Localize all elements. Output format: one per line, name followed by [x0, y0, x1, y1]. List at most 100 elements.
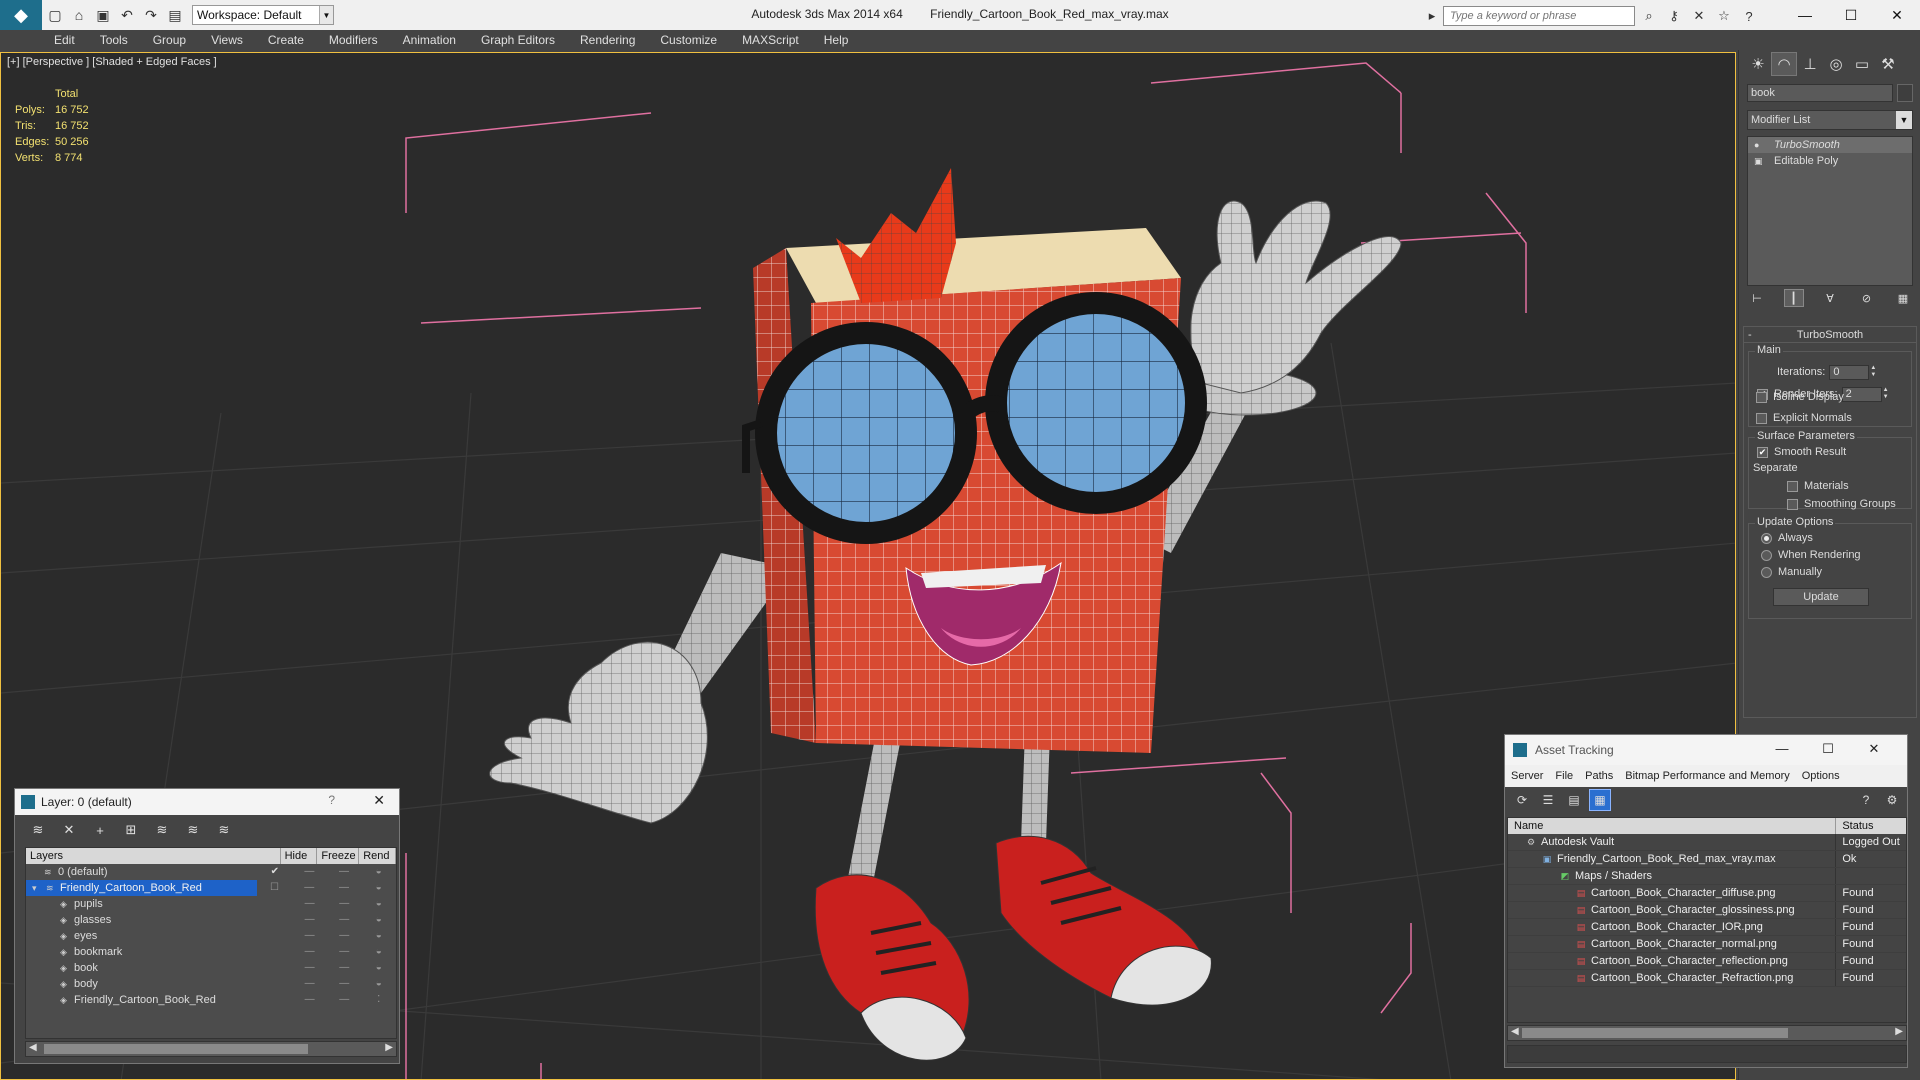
materials-checkbox[interactable] — [1787, 480, 1798, 492]
highlight-layer-icon[interactable]: ≋ — [151, 819, 173, 841]
hide-toggle[interactable]: — — [292, 992, 327, 1008]
redo-icon[interactable]: ↷ — [140, 4, 162, 26]
menu-maxscript[interactable]: MAXScript — [742, 33, 799, 47]
freeze-toggle[interactable]: — — [327, 960, 362, 976]
layer-row[interactable]: ◈ eyes — — ◒ — [26, 928, 396, 944]
column-render[interactable]: Rend — [359, 848, 396, 864]
hide-toggle[interactable]: — — [292, 960, 327, 976]
scroll-left-icon[interactable]: ◀ — [29, 1042, 37, 1053]
close-icon[interactable]: ✕ — [1851, 741, 1897, 757]
stack-item-editable-poly[interactable]: ▣ Editable Poly — [1748, 153, 1912, 169]
hide-toggle[interactable]: — — [292, 944, 327, 960]
asset-window-titlebar[interactable]: Asset Tracking — ☐ ✕ — [1505, 735, 1907, 765]
exchange-icon[interactable]: ✕ — [1688, 6, 1710, 26]
scroll-right-icon[interactable]: ▶ — [1895, 1026, 1903, 1037]
expand-plus-icon[interactable]: ▣ — [1754, 153, 1766, 169]
table-view-icon[interactable]: ▦ — [1589, 789, 1611, 811]
hide-all-layers-icon[interactable]: ≋ — [182, 819, 204, 841]
help-icon[interactable]: ? — [328, 793, 335, 807]
modify-tab-icon[interactable]: ◠ — [1771, 52, 1797, 76]
asset-row[interactable]: ▤ Cartoon_Book_Character_reflection.png F… — [1508, 953, 1906, 970]
help-icon[interactable]: ? — [1738, 6, 1760, 26]
close-icon[interactable]: ✕ — [373, 792, 385, 809]
asset-row[interactable]: ⚙ Autodesk Vault Logged Out — [1508, 834, 1906, 851]
column-hide[interactable]: Hide — [281, 848, 318, 864]
layer-horizontal-scrollbar[interactable]: ◀ ▶ — [25, 1041, 397, 1057]
select-objects-icon[interactable]: ⊞ — [120, 819, 142, 841]
layer-window-titlebar[interactable]: Layer: 0 (default) ? ✕ — [15, 789, 399, 815]
render-teapot-icon[interactable]: ◒ — [361, 944, 396, 960]
layer-row[interactable]: ◈ bookmark — — ◒ — [26, 944, 396, 960]
menu-views[interactable]: Views — [211, 33, 243, 47]
object-name-field[interactable]: book — [1747, 84, 1893, 102]
render-dots-icon[interactable]: ⁚ — [361, 992, 396, 1008]
smooth-result-checkbox[interactable]: ✔ — [1757, 446, 1768, 458]
display-tab-icon[interactable]: ▭ — [1849, 52, 1875, 76]
render-iters-spinner[interactable]: 2 — [1841, 386, 1882, 402]
close-icon[interactable]: ✕ — [1874, 0, 1920, 30]
asset-row[interactable]: ▤ Cartoon_Book_Character_Refraction.png F… — [1508, 970, 1906, 987]
project-folder-icon[interactable]: ▤ — [164, 4, 186, 26]
asset-menu-bitmap-performance[interactable]: Bitmap Performance and Memory — [1625, 770, 1789, 782]
help-icon[interactable]: ? — [1855, 789, 1877, 811]
search-input[interactable] — [1443, 6, 1635, 26]
spinner-arrows-icon[interactable]: ▲ ▼ — [1870, 365, 1878, 379]
freeze-toggle[interactable]: — — [327, 912, 362, 928]
make-unique-icon[interactable]: ∀ — [1820, 289, 1840, 307]
layer-row[interactable]: ◈ Friendly_Cartoon_Book_Red — — ⁚ — [26, 992, 396, 1008]
hide-toggle[interactable]: — — [292, 880, 327, 896]
minimize-icon[interactable]: — — [1759, 741, 1805, 757]
rollout-header[interactable]: - TurboSmooth — [1744, 327, 1916, 343]
freeze-all-layers-icon[interactable]: ≋ — [213, 819, 235, 841]
render-teapot-icon[interactable]: ◒ — [361, 864, 396, 880]
utilities-tab-hammer-icon[interactable]: ⚒ — [1875, 52, 1901, 76]
active-layer-box-icon[interactable]: ☐ — [257, 880, 292, 896]
expand-arrow-icon[interactable]: ▸ — [1421, 6, 1443, 26]
stack-item-turbosmooth[interactable]: ● TurboSmooth — [1748, 137, 1912, 153]
star-icon[interactable]: ☆ — [1713, 6, 1735, 26]
collapse-arrow-icon[interactable]: ▾ — [32, 880, 42, 896]
menu-create[interactable]: Create — [268, 33, 304, 47]
menu-graph-editors[interactable]: Graph Editors — [481, 33, 555, 47]
asset-row[interactable]: ▤ Cartoon_Book_Character_glossiness.png F… — [1508, 902, 1906, 919]
show-end-result-icon[interactable]: ┃ — [1783, 289, 1804, 307]
menu-customize[interactable]: Customize — [660, 33, 717, 47]
viewport-label[interactable]: [+] [Perspective ] [Shaded + Edged Faces… — [7, 56, 217, 68]
create-tab-sun-icon[interactable]: ☀ — [1745, 52, 1771, 76]
manually-radio[interactable] — [1761, 566, 1772, 578]
layer-row[interactable]: ◈ body — — ◒ — [26, 976, 396, 992]
render-teapot-icon[interactable]: ◒ — [361, 960, 396, 976]
freeze-toggle[interactable]: — — [327, 944, 362, 960]
refresh-icon[interactable]: ⟳ — [1511, 789, 1533, 811]
hide-toggle[interactable]: — — [292, 928, 327, 944]
minimize-icon[interactable]: — — [1782, 0, 1828, 30]
asset-menu-server[interactable]: Server — [1511, 770, 1543, 782]
menu-rendering[interactable]: Rendering — [580, 33, 635, 47]
freeze-toggle[interactable]: — — [327, 992, 362, 1008]
scroll-left-icon[interactable]: ◀ — [1511, 1026, 1519, 1037]
thumbnail-view-icon[interactable]: ▤ — [1563, 789, 1585, 811]
asset-row[interactable]: ▣ Friendly_Cartoon_Book_Red_max_vray.max … — [1508, 851, 1906, 868]
render-teapot-icon[interactable]: ◒ — [361, 896, 396, 912]
freeze-toggle[interactable]: — — [327, 976, 362, 992]
hide-toggle[interactable]: — — [292, 976, 327, 992]
freeze-toggle[interactable]: — — [327, 896, 362, 912]
column-name[interactable]: Name — [1508, 818, 1837, 834]
asset-row[interactable]: ◩ Maps / Shaders — [1508, 868, 1906, 885]
menu-tools[interactable]: Tools — [100, 33, 128, 47]
when-rendering-radio[interactable] — [1761, 549, 1772, 561]
asset-menu-paths[interactable]: Paths — [1585, 770, 1613, 782]
layer-row[interactable]: ◈ book — — ◒ — [26, 960, 396, 976]
settings-icon[interactable]: ⚙ — [1881, 789, 1903, 811]
list-view-icon[interactable]: ☰ — [1537, 789, 1559, 811]
render-teapot-icon[interactable]: ◒ — [361, 976, 396, 992]
scrollbar-thumb[interactable] — [1522, 1028, 1788, 1038]
menu-help[interactable]: Help — [824, 33, 849, 47]
modifier-list-dropdown[interactable]: Modifier List ▼ — [1747, 110, 1913, 130]
scrollbar-thumb[interactable] — [44, 1044, 308, 1054]
undo-icon[interactable]: ↶ — [116, 4, 138, 26]
update-button[interactable]: Update — [1773, 588, 1869, 606]
hide-toggle[interactable]: — — [292, 896, 327, 912]
column-layers[interactable]: Layers — [26, 848, 281, 864]
spinner-arrows-icon[interactable]: ▲ ▼ — [1883, 387, 1891, 401]
